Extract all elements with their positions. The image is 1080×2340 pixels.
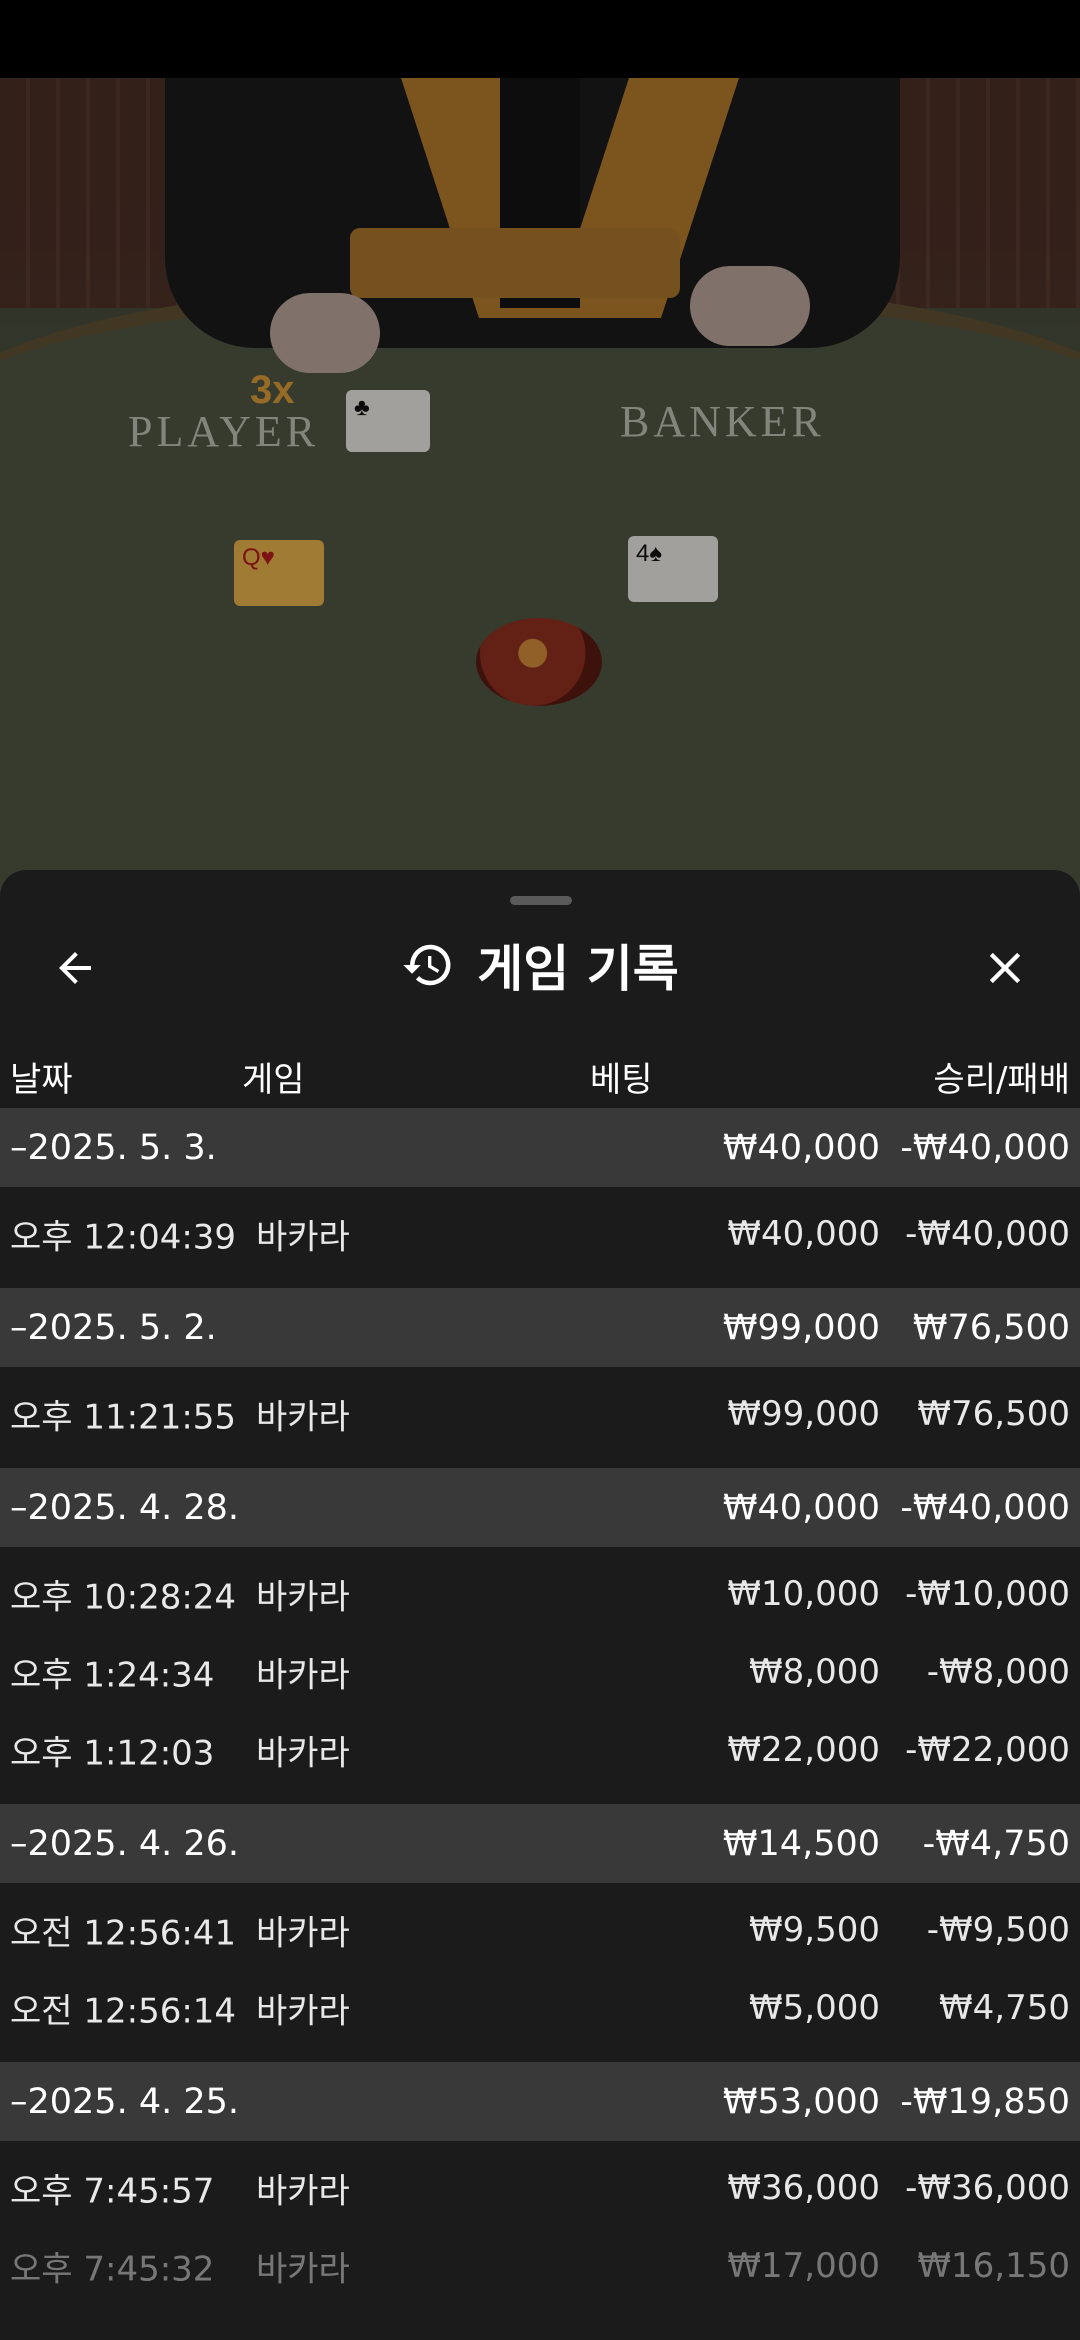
history-clock-icon [403,944,451,986]
history-item-row[interactable]: 오후 7:45:57 바카라 ₩36,000 -₩36,000 [0,2149,1080,2227]
history-list[interactable]: –2025. 5. 3. ₩40,000 -₩40,000 오후 12:04:3… [0,1108,1080,2305]
group-date: –2025. 5. 2. [10,1307,217,1348]
back-button[interactable] [42,938,108,998]
item-game: 바카라 [256,1991,350,2032]
sheet-header: 게임 기록 [0,910,1080,1020]
item-time: 오후 7:45:57 [10,2171,215,2212]
item-game: 바카라 [256,1397,350,1438]
column-header-result: 승리/패배 [933,1060,1070,1100]
item-time: 오후 1:12:03 [10,1733,215,1774]
item-time: 오후 10:28:24 [10,1577,237,1618]
item-time: 오후 7:45:32 [10,2249,215,2290]
date-group-row[interactable]: –2025. 5. 3. ₩40,000 -₩40,000 [0,1108,1080,1187]
item-game: 바카라 [256,2171,350,2212]
page-title: 게임 기록 [477,940,679,998]
column-header-bet: 베팅 [590,1060,653,1100]
group-date: –2025. 4. 28. [10,1487,240,1528]
group-date: –2025. 5. 3. [10,1127,217,1168]
item-game: 바카라 [256,2249,350,2290]
history-item-row[interactable]: 오후 7:45:32 바카라 ₩17,000 ₩16,150 [0,2227,1080,2305]
item-game: 바카라 [256,1577,350,1618]
close-icon [989,952,1021,984]
group-result-total: -₩40,000 [900,1487,1070,1528]
group-result-total: -₩19,850 [900,2081,1070,2122]
group-bet-total: ₩40,000 [722,1127,880,1168]
history-item-row[interactable]: 오후 1:24:34 바카라 ₩8,000 -₩8,000 [0,1633,1080,1711]
history-item-row[interactable]: 오후 1:12:03 바카라 ₩22,000 -₩22,000 [0,1711,1080,1789]
history-item-row[interactable]: 오후 11:21:55 바카라 ₩99,000 ₩76,500 [0,1375,1080,1453]
history-item-row[interactable]: 오전 12:56:14 바카라 ₩5,000 ₩4,750 [0,1969,1080,2047]
group-result-total: -₩4,750 [922,1823,1070,1864]
column-header-game: 게임 [242,1060,305,1100]
item-result: -₩8,000 [926,1652,1070,1692]
item-result: -₩36,000 [905,2168,1070,2208]
arrow-left-icon [59,952,91,984]
sheet-drag-handle[interactable] [510,896,572,905]
video-dim-overlay [0,78,1080,898]
item-result: ₩76,500 [917,1394,1070,1434]
date-group-row[interactable]: –2025. 4. 25. ₩53,000 -₩19,850 [0,2062,1080,2141]
item-bet: ₩5,000 [749,1988,880,2028]
column-header-date: 날짜 [10,1060,73,1100]
date-group-row[interactable]: –2025. 4. 26. ₩14,500 -₩4,750 [0,1804,1080,1883]
item-bet: ₩22,000 [727,1730,880,1770]
column-headers: 날짜 게임 베팅 승리/패배 [0,1038,1080,1108]
group-date: –2025. 4. 25. [10,2081,240,2122]
item-bet: ₩40,000 [727,1214,880,1254]
item-time: 오후 1:24:34 [10,1655,215,1696]
item-time: 오전 12:56:14 [10,1991,237,2032]
item-game: 바카라 [256,1655,350,1696]
history-item-row[interactable]: 오후 10:28:24 바카라 ₩10,000 -₩10,000 [0,1555,1080,1633]
date-group-row[interactable]: –2025. 4. 28. ₩40,000 -₩40,000 [0,1468,1080,1547]
group-bet-total: ₩40,000 [722,1487,880,1528]
item-game: 바카라 [256,1733,350,1774]
item-game: 바카라 [256,1217,350,1258]
close-button[interactable] [972,938,1038,998]
group-result-total: ₩76,500 [912,1307,1070,1348]
item-bet: ₩99,000 [727,1394,880,1434]
group-bet-total: ₩14,500 [722,1823,880,1864]
history-item-row[interactable]: 오전 12:56:41 바카라 ₩9,500 -₩9,500 [0,1891,1080,1969]
status-bar [0,0,1080,78]
item-time: 오후 11:21:55 [10,1397,237,1438]
item-result: ₩16,150 [917,2246,1070,2286]
group-date: –2025. 4. 26. [10,1823,240,1864]
group-result-total: -₩40,000 [900,1127,1070,1168]
item-bet: ₩9,500 [749,1910,880,1950]
item-bet: ₩8,000 [749,1652,880,1692]
item-bet: ₩36,000 [727,2168,880,2208]
item-time: 오전 12:56:41 [10,1913,237,1954]
item-bet: ₩10,000 [727,1574,880,1614]
item-result: -₩40,000 [905,1214,1070,1254]
date-group-row[interactable]: –2025. 5. 2. ₩99,000 ₩76,500 [0,1288,1080,1367]
item-result: -₩9,500 [926,1910,1070,1950]
group-bet-total: ₩53,000 [722,2081,880,2122]
title-group: 게임 기록 [0,910,1080,1020]
item-time: 오후 12:04:39 [10,1217,237,1258]
item-result: -₩10,000 [905,1574,1070,1614]
item-result: ₩4,750 [939,1988,1070,2028]
item-bet: ₩17,000 [727,2246,880,2286]
group-bet-total: ₩99,000 [722,1307,880,1348]
history-item-row[interactable]: 오후 12:04:39 바카라 ₩40,000 -₩40,000 [0,1195,1080,1273]
item-result: -₩22,000 [905,1730,1070,1770]
item-game: 바카라 [256,1913,350,1954]
